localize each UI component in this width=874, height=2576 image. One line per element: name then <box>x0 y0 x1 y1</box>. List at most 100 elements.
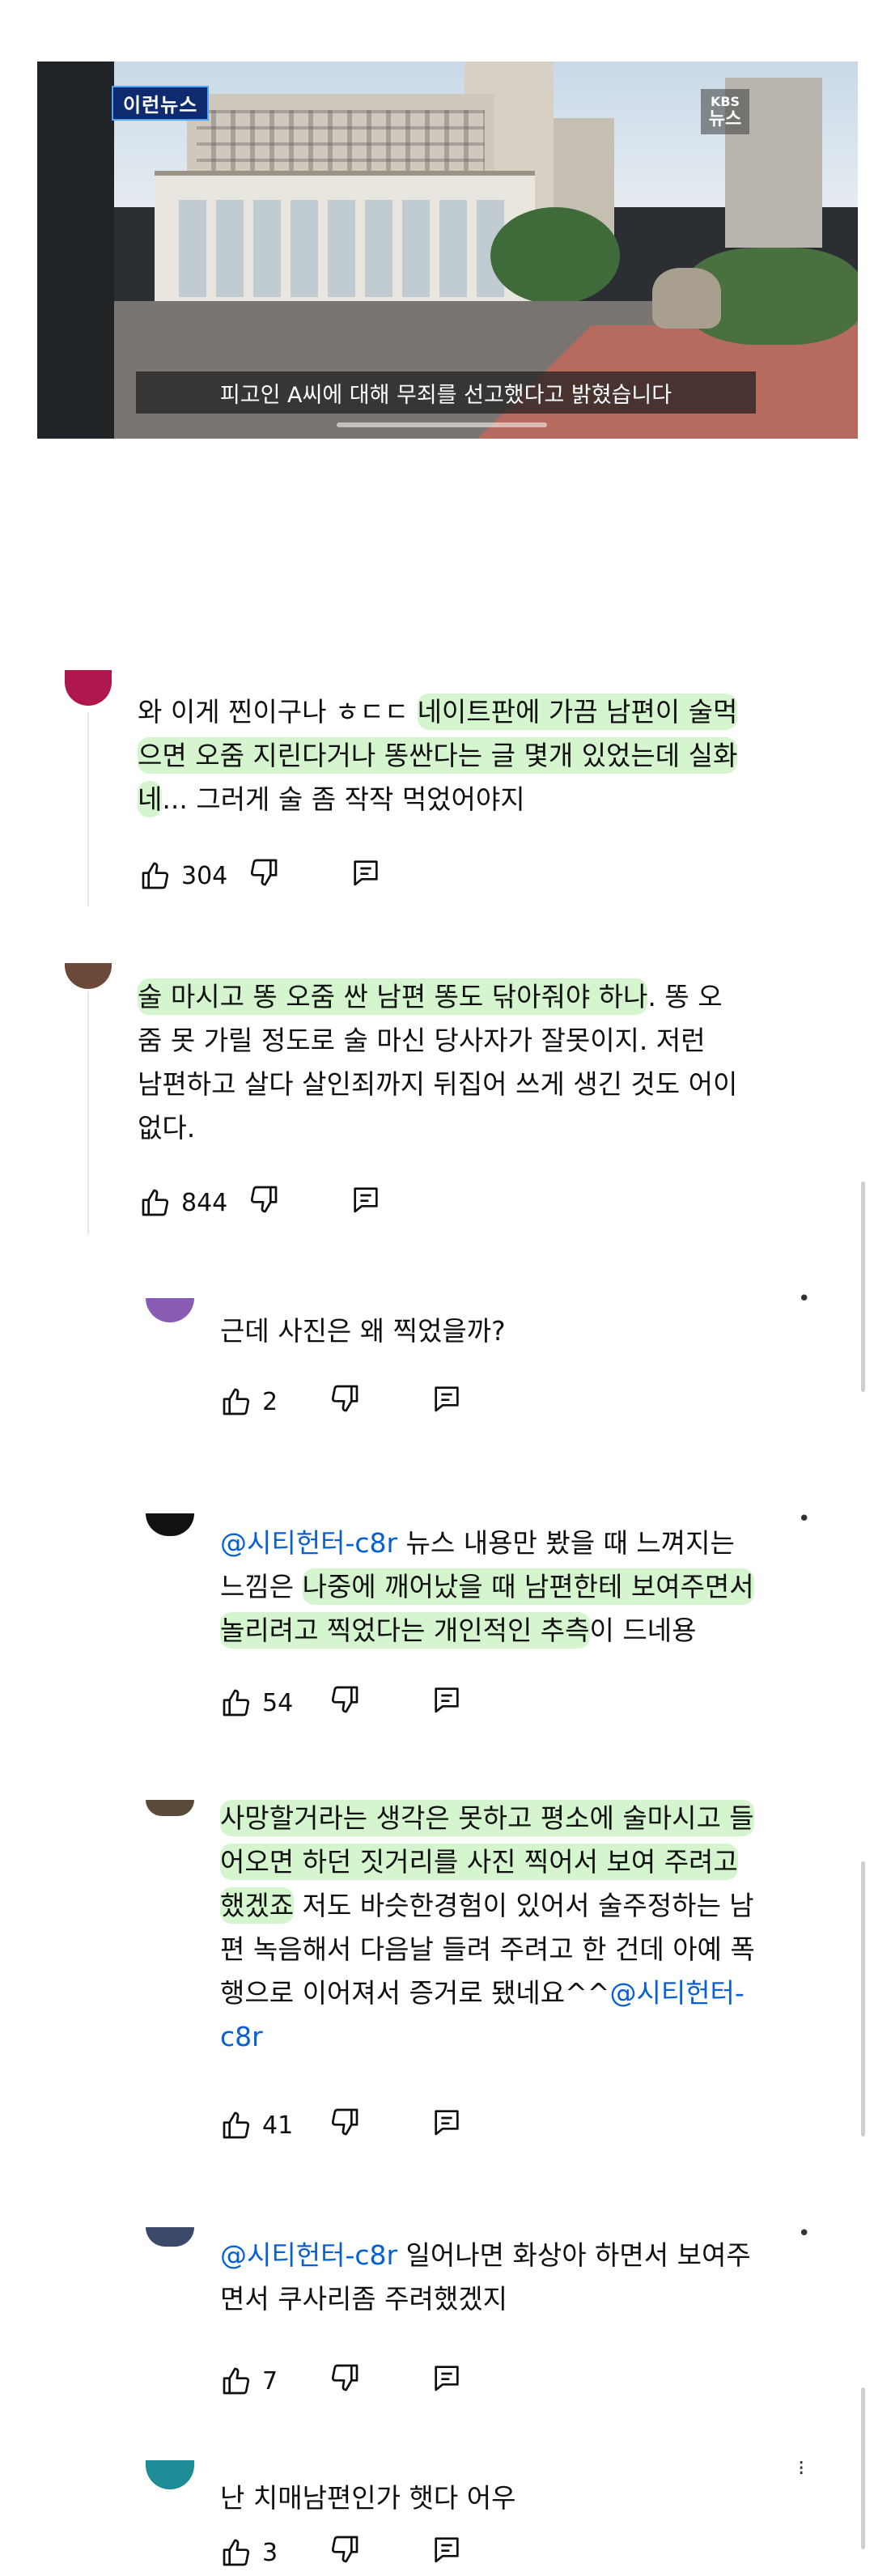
comment-text: 와 이게 찐이구나 ㅎㄷㄷ 네이트판에 가끔 남편이 술먹 으면 오줌 지린다거… <box>138 690 801 821</box>
reply-actions: 7 <box>220 2362 463 2400</box>
scrollbar[interactable] <box>861 1182 865 1392</box>
user-avatar[interactable] <box>146 2460 194 2489</box>
dislike-button[interactable] <box>329 1683 361 1722</box>
like-button[interactable]: 844 <box>139 1186 230 1219</box>
dislike-button[interactable] <box>248 1183 280 1222</box>
user-avatar[interactable] <box>146 2227 194 2247</box>
thumbs-down-icon <box>331 1686 359 1713</box>
like-count: 844 <box>181 1188 228 1217</box>
mention-link[interactable]: c8r <box>220 2021 263 2052</box>
comment-actions: 844 <box>139 1183 382 1222</box>
logo-top-text: KBS <box>710 94 740 109</box>
thumbs-up-icon <box>223 1388 250 1415</box>
reply-comment-icon <box>435 1386 459 1412</box>
reply-text-part: 느낌은 <box>220 1571 303 1602</box>
dislike-button[interactable] <box>329 1382 361 1421</box>
thumbs-up-icon <box>223 2111 250 2139</box>
more-vertical-icon[interactable]: • <box>798 1287 810 1311</box>
highlighted-text: 네이트판에 가끔 남편이 술먹 <box>417 694 738 730</box>
comment-text-line: 줌 못 가릴 정도로 술 마신 당사자가 잘못이지. 저런 <box>138 1025 706 1056</box>
like-count: 54 <box>262 1688 294 1717</box>
reply-comment-icon <box>354 860 378 886</box>
thumbs-down-icon <box>331 1385 359 1412</box>
comment-actions: 304 <box>139 856 382 895</box>
reply-text: @시티헌터-c8r 일어나면 화상아 하면서 보여주 면서 쿠사리좀 주려했겠지 <box>220 2234 819 2321</box>
reply-text-line: 편 녹음해서 다음날 들려 주려고 한 건데 아예 폭 <box>220 1933 755 1965</box>
user-avatar[interactable] <box>146 1513 194 1536</box>
highlighted-text: 했겠죠 <box>220 1887 295 1924</box>
reply-button[interactable] <box>350 856 382 895</box>
like-button[interactable]: 304 <box>139 859 230 892</box>
reply-comment-icon <box>354 1187 378 1213</box>
avatar-fill <box>65 670 112 706</box>
reply-text: 사망할거라는 생각은 못하고 평소에 술마시고 들 어오면 하던 짓거리를 사진… <box>220 1797 819 2059</box>
user-avatar[interactable] <box>65 670 112 706</box>
thumbs-up-icon <box>223 1689 250 1717</box>
thumbs-down-icon <box>250 859 278 886</box>
reply-button[interactable] <box>431 1683 463 1722</box>
reply-button[interactable] <box>431 2106 463 2145</box>
scrollbar[interactable] <box>861 2387 865 2549</box>
highlighted-text: 술 마시고 똥 오줌 싼 남편 똥도 닦아줘야 하나 <box>138 978 648 1015</box>
avatar-fill <box>146 1800 194 1816</box>
news-tag: 이런뉴스 <box>112 86 210 121</box>
highlighted-text: 어오면 하던 짓거리를 사진 찍어서 보여 주려고 <box>220 1844 738 1880</box>
reply-text: @시티헌터-c8r 뉴스 내용만 봤을 때 느껴지는 느낌은 나중에 깨어났을 … <box>220 1521 819 1653</box>
thumbs-up-icon <box>223 2367 250 2395</box>
avatar-fill <box>146 1298 194 1322</box>
kbs-news-logo: KBS 뉴스 <box>701 89 749 134</box>
mention-link[interactable]: @시티헌터- <box>609 1977 744 2009</box>
video-progress-handle[interactable] <box>337 422 547 427</box>
dislike-button[interactable] <box>329 2533 361 2572</box>
reply-text-line: 면서 쿠사리좀 주려했겠지 <box>220 2283 507 2315</box>
user-avatar[interactable] <box>146 1800 194 1816</box>
video-left-edge <box>37 62 114 439</box>
video-trees <box>490 207 620 304</box>
mention-link[interactable]: @시티헌터-c8r <box>220 1527 397 1559</box>
dislike-button[interactable] <box>329 2106 361 2145</box>
reply-actions: 3 <box>220 2533 463 2572</box>
like-button[interactable]: 41 <box>220 2109 311 2141</box>
dislike-button[interactable] <box>329 2362 361 2400</box>
reply-text-part: 저도 바슷한경험이 있어서 술주정하는 남 <box>294 1890 754 1921</box>
comment-text-part: . 똥 오 <box>647 981 723 1012</box>
video-player[interactable]: 이런뉴스 KBS 뉴스 피고인 A씨에 대해 무죄를 선고했다고 밝혔습니다 <box>37 62 858 439</box>
thumbs-up-icon <box>223 2539 250 2566</box>
reply-button[interactable] <box>431 1382 463 1421</box>
like-button[interactable]: 7 <box>220 2365 311 2397</box>
highlighted-text: 사망할거라는 생각은 못하고 평소에 술마시고 들 <box>220 1800 754 1836</box>
scrollbar[interactable] <box>861 1861 865 2137</box>
dislike-button[interactable] <box>248 856 280 895</box>
user-avatar[interactable] <box>65 963 112 989</box>
reply-button[interactable] <box>431 2362 463 2400</box>
like-button[interactable]: 54 <box>220 1687 311 1719</box>
highlighted-text: 놀리려고 찍었다는 개인적인 추측 <box>220 1612 590 1649</box>
like-count: 304 <box>181 861 228 890</box>
highlighted-text: 으면 오줌 지린다거나 똥싼다는 글 몇개 있었는데 실화 <box>138 737 738 774</box>
like-button[interactable]: 3 <box>220 2536 311 2569</box>
mention-link[interactable]: @시티헌터-c8r <box>220 2239 397 2271</box>
reply-text: 난 치매남편인가 햇다 어우 <box>220 2482 516 2514</box>
reply-actions: 41 <box>220 2106 463 2145</box>
reply-button[interactable] <box>350 1183 382 1222</box>
thumbs-up-icon <box>142 862 169 889</box>
thumbs-down-icon <box>331 2536 359 2563</box>
like-button[interactable]: 2 <box>220 1386 311 1418</box>
reply-comment-icon <box>435 2110 459 2136</box>
reply-button[interactable] <box>431 2533 463 2572</box>
logo-bottom-text: 뉴스 <box>708 109 742 129</box>
user-avatar[interactable] <box>146 1298 194 1322</box>
thread-line <box>87 991 89 1234</box>
like-count: 41 <box>262 2111 294 2140</box>
reply-text-part: 뉴스 내용만 봤을 때 느껴지는 <box>397 1527 735 1559</box>
video-stone-sign <box>652 268 721 329</box>
avatar-fill <box>65 963 112 989</box>
comment-text: 술 마시고 똥 오줌 싼 남편 똥도 닦아줘야 하나. 똥 오 줌 못 가릴 정… <box>138 975 801 1150</box>
highlighted-text: 네 <box>138 781 163 817</box>
thumbs-down-icon <box>250 1186 278 1213</box>
like-count: 2 <box>262 1387 278 1416</box>
reply-comment-icon <box>435 2537 459 2563</box>
comment-text-line: 없다. <box>138 1112 196 1144</box>
avatar-fill <box>146 2227 194 2247</box>
reply-comment-icon <box>435 1687 459 1713</box>
